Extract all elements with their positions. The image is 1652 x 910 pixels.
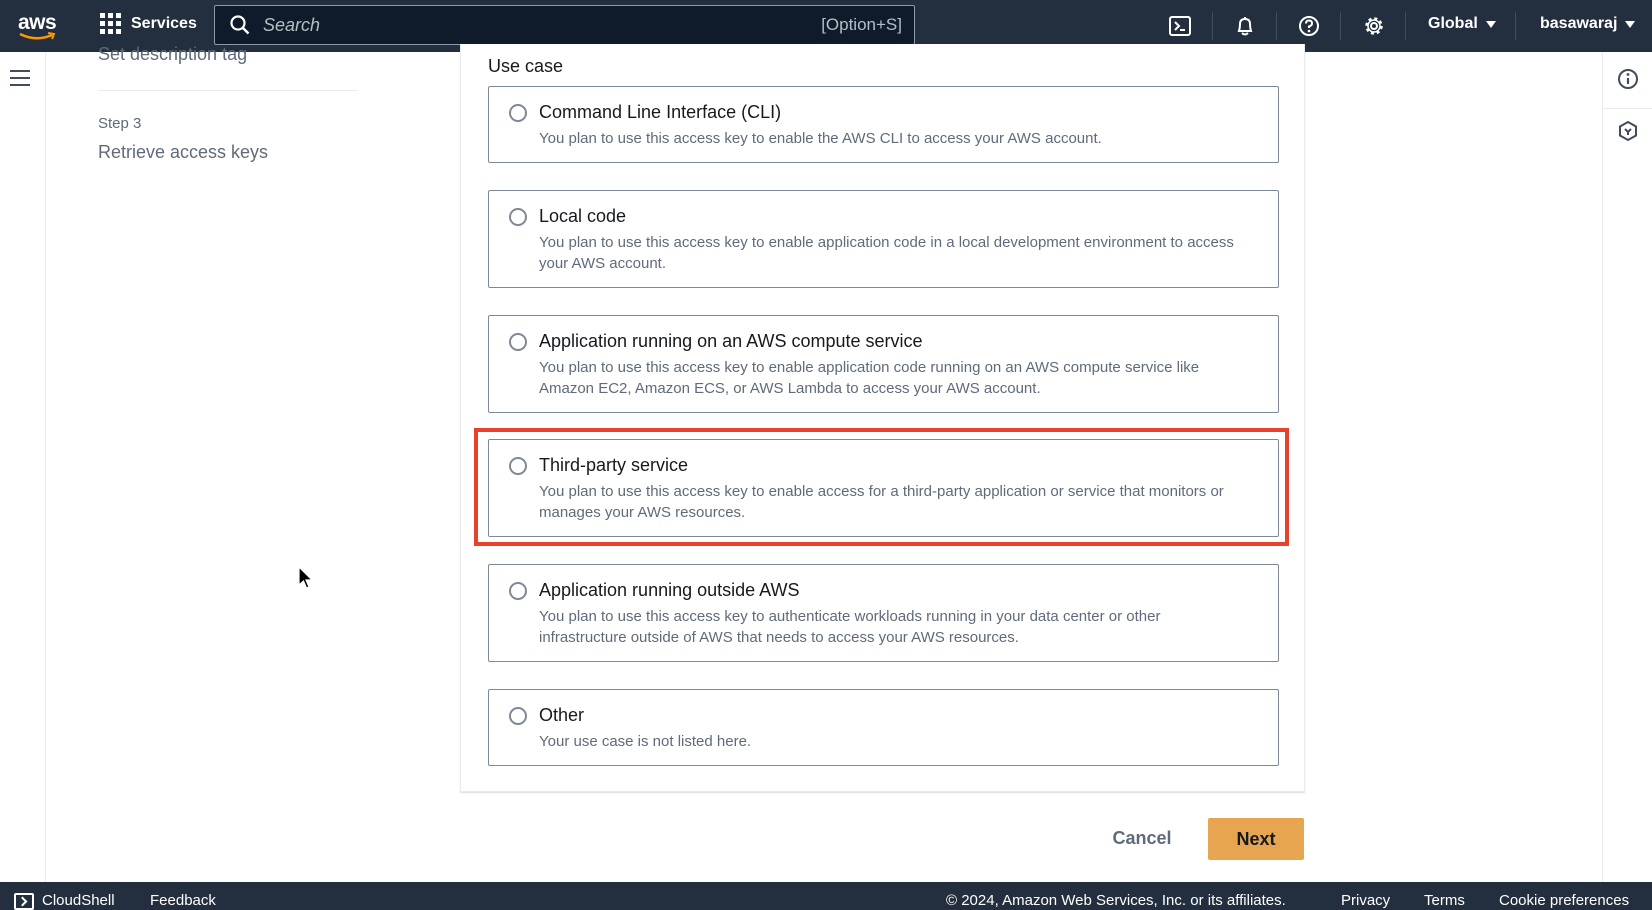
help-button[interactable] (1295, 12, 1323, 40)
bell-icon (1237, 17, 1253, 36)
use-case-tile-outside-aws[interactable]: Application running outside AWS You plan… (488, 564, 1279, 662)
nav-separator (1340, 12, 1341, 40)
radio-button[interactable] (509, 707, 527, 725)
use-case-title: Command Line Interface (CLI) (539, 102, 782, 122)
step-divider (98, 90, 358, 91)
info-panel-button[interactable] (1617, 68, 1639, 90)
footer-cloudshell-link[interactable]: CloudShell (42, 892, 115, 909)
nav-separator (1405, 12, 1406, 40)
services-grid-icon (100, 13, 121, 34)
wizard-steps-sidebar: Set description tag Step 3 Retrieve acce… (98, 44, 358, 163)
cloudshell-button[interactable] (1166, 12, 1194, 40)
use-case-description: You plan to use this access key to authe… (539, 608, 1161, 646)
search-icon (230, 15, 250, 35)
next-button[interactable]: Next (1208, 818, 1304, 860)
search-box[interactable]: [Option+S] (214, 5, 915, 45)
search-shortcut-hint: [Option+S] (821, 15, 902, 34)
use-case-tile-local-code[interactable]: Local code You plan to use this access k… (488, 190, 1279, 288)
use-case-title: Local code (539, 206, 627, 226)
use-case-title: Other (539, 705, 585, 725)
use-case-description: You plan to use this access key to enabl… (539, 359, 1200, 397)
hexagon-assistant-icon (1619, 120, 1637, 142)
cloudshell-icon (1169, 16, 1191, 36)
region-label: Global (1428, 15, 1478, 32)
nav-separator (1276, 12, 1277, 40)
help-icon (1299, 16, 1319, 36)
console-footer: CloudShell Feedback © 2024, Amazon Web S… (0, 882, 1652, 910)
account-username: basawaraj (1540, 15, 1618, 32)
use-case-tile-aws-compute[interactable]: Application running on an AWS compute se… (488, 315, 1279, 413)
footer-feedback-link[interactable]: Feedback (150, 892, 216, 909)
footer-cookie-preferences-link[interactable]: Cookie preferences (1499, 892, 1629, 909)
aws-logo[interactable]: aws (16, 10, 60, 42)
footer-copyright: © 2024, Amazon Web Services, Inc. or its… (946, 892, 1286, 909)
use-case-title: Application running outside AWS (539, 580, 800, 600)
menu-icon[interactable] (10, 70, 30, 86)
aws-smile-icon (19, 32, 56, 40)
use-case-label: Use case (488, 56, 564, 76)
step3-title: Retrieve access keys (98, 142, 269, 162)
use-case-title: Third-party service (539, 455, 689, 475)
radio-button[interactable] (509, 208, 527, 226)
caret-down-icon (1625, 20, 1636, 28)
use-case-description: You plan to use this access key to enabl… (539, 234, 1234, 272)
use-case-title: Application running on an AWS compute se… (539, 331, 923, 351)
mouse-pointer-icon (298, 566, 314, 589)
gear-icon (1365, 17, 1383, 35)
use-case-description: Your use case is not listed here. (539, 733, 752, 750)
use-case-container: Use case Command Line Interface (CLI) Yo… (460, 44, 1305, 792)
radio-button[interactable] (509, 457, 527, 475)
cancel-button[interactable]: Cancel (1096, 818, 1188, 858)
footer-privacy-link[interactable]: Privacy (1341, 892, 1390, 909)
use-case-tile-cli[interactable]: Command Line Interface (CLI) You plan to… (488, 86, 1279, 163)
use-case-description: You plan to use this access key to enabl… (539, 130, 1102, 147)
services-label: Services (131, 14, 197, 32)
radio-button[interactable] (509, 104, 527, 122)
rail-divider (1603, 108, 1652, 109)
radio-button[interactable] (509, 333, 527, 351)
settings-button[interactable] (1360, 12, 1388, 40)
region-selector[interactable]: Global (1428, 15, 1496, 33)
left-navigation-rail (0, 52, 46, 882)
right-tools-rail (1602, 52, 1652, 882)
info-icon (1618, 69, 1638, 89)
services-menu-button[interactable]: Services (100, 13, 197, 34)
radio-button[interactable] (509, 582, 527, 600)
use-case-tile-third-party[interactable]: Third-party service You plan to use this… (488, 439, 1279, 537)
search-input[interactable] (263, 14, 822, 36)
nav-separator (1515, 12, 1516, 40)
use-case-description: You plan to use this access key to enabl… (539, 483, 1224, 521)
step3-label: Step 3 (98, 115, 142, 132)
caret-down-icon (1485, 20, 1496, 28)
notifications-button[interactable] (1231, 12, 1259, 40)
step-previous-item: Set description tag (98, 44, 248, 64)
cloudshell-icon (14, 893, 34, 910)
account-menu[interactable]: basawaraj (1540, 15, 1636, 33)
nav-separator (1212, 12, 1213, 40)
assistant-button[interactable] (1617, 120, 1639, 142)
footer-terms-link[interactable]: Terms (1424, 892, 1465, 909)
use-case-tile-other[interactable]: Other Your use case is not listed here. (488, 689, 1279, 766)
